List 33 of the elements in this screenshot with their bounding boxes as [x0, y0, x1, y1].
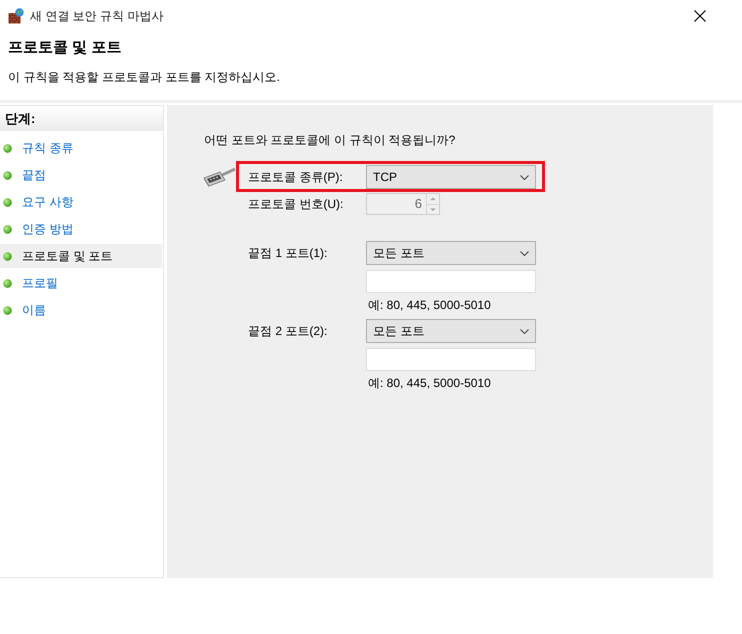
brick-wall-globe-icon	[8, 8, 24, 24]
endpoint-port-label: 끝점 2 포트(2):	[248, 322, 328, 340]
page-subtitle: 이 규칙을 적용할 프로토콜과 포트를 지정하십시오.	[8, 69, 282, 85]
step-item[interactable]: 인증 방법	[0, 217, 162, 241]
step-item[interactable]: 요구 사항	[0, 190, 162, 214]
bullet-dot-icon	[3, 278, 12, 288]
chevron-down-icon	[520, 174, 529, 180]
port-dropdown[interactable]: 모든 포트	[366, 241, 536, 265]
chevron-down-icon	[520, 250, 529, 256]
step-item[interactable]: 프로필	[0, 271, 162, 295]
bullet-dot-icon	[3, 306, 12, 314]
endpoint-port-label: 끝점 1 포트(1):	[248, 244, 328, 262]
page-heading: 프로토콜 및 포트	[8, 38, 122, 58]
connector-plug-icon	[202, 166, 236, 188]
step-item[interactable]: 프로토콜 및 포트	[0, 244, 162, 268]
step-item[interactable]: 끝점	[0, 163, 162, 187]
bullet-dot-icon	[3, 224, 12, 234]
protocol-type-label: 프로토콜 종류(P):	[248, 168, 344, 186]
bullet-dot-icon	[3, 144, 12, 152]
chevron-down-icon	[520, 328, 529, 334]
step-item[interactable]: 이름	[0, 298, 162, 322]
window-title: 새 연결 보안 규칙 마법사	[30, 8, 164, 24]
port-example-text: 예: 80, 445, 5000-5010	[368, 376, 492, 390]
port-example-text: 예: 80, 445, 5000-5010	[368, 298, 492, 312]
bullet-dot-icon	[3, 198, 12, 206]
bullet-dot-icon	[3, 252, 12, 260]
bullet-dot-icon	[3, 170, 12, 180]
port-dropdown[interactable]: 모든 포트	[366, 319, 536, 343]
protocol-type-dropdown[interactable]: TCP	[366, 165, 536, 189]
close-icon[interactable]	[694, 10, 706, 22]
protocol-number-label: 프로토콜 번호(U):	[248, 196, 344, 212]
question-text: 어떤 포트와 프로토콜에 이 규칙이 적용됩니까?	[203, 132, 456, 148]
step-item[interactable]: 규칙 종류	[0, 136, 162, 160]
